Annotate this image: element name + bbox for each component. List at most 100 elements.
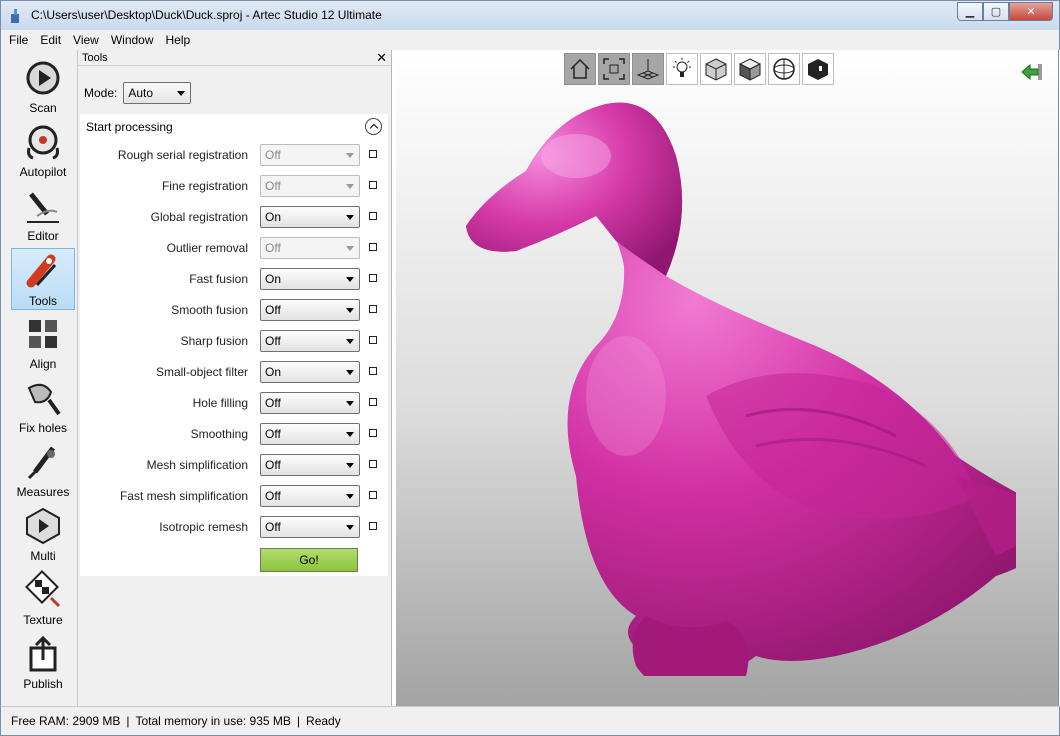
processing-row: Fine registration Off — [80, 174, 388, 198]
processing-row-checkbox[interactable] — [369, 429, 377, 437]
dark-cube-button[interactable] — [802, 53, 834, 85]
processing-row-select[interactable]: Off — [260, 392, 360, 414]
processing-row-select: Off — [260, 175, 360, 197]
processing-row-checkbox[interactable] — [369, 181, 377, 189]
tool-measures[interactable]: Measures — [11, 440, 75, 502]
processing-row-select[interactable]: On — [260, 206, 360, 228]
processing-row-select[interactable]: Off — [260, 330, 360, 352]
maximize-button[interactable]: ▢ — [983, 2, 1009, 21]
back-arrow-icon[interactable] — [1020, 62, 1044, 82]
processing-row-checkbox[interactable] — [369, 212, 377, 220]
mode-row: Mode: Auto — [84, 82, 192, 104]
view-toolbar — [564, 53, 836, 85]
scan-icon — [26, 61, 60, 95]
chevron-down-icon — [346, 215, 354, 220]
status-text: Ready — [306, 714, 341, 728]
menu-bar: File Edit View Window Help — [0, 30, 1060, 50]
processing-row-checkbox[interactable] — [369, 398, 377, 406]
processing-row-checkbox[interactable] — [369, 243, 377, 251]
tool-editor[interactable]: Editor — [11, 184, 75, 246]
chevron-down-icon — [346, 246, 354, 251]
processing-row-checkbox[interactable] — [369, 150, 377, 158]
multi-icon — [26, 507, 60, 545]
menu-edit[interactable]: Edit — [40, 33, 61, 47]
processing-row-select: Off — [260, 144, 360, 166]
processing-row-label: Smoothing — [190, 427, 248, 441]
chevron-down-icon — [346, 308, 354, 313]
autopilot-icon — [27, 125, 59, 160]
mode-select[interactable]: Auto — [123, 82, 192, 104]
title-bar: C:\Users\user\Desktop\Duck\Duck.sproj - … — [0, 0, 1060, 30]
processing-row-label: Fast fusion — [189, 272, 248, 286]
free-ram: Free RAM: 2909 MB — [11, 714, 121, 728]
menu-help[interactable]: Help — [166, 33, 191, 47]
app-icon — [11, 9, 19, 23]
window-title: C:\Users\user\Desktop\Duck\Duck.sproj - … — [31, 8, 382, 22]
chevron-down-icon — [346, 277, 354, 282]
editor-icon — [27, 192, 59, 223]
processing-row: Fast fusion On — [80, 267, 388, 291]
tool-publish[interactable]: Publish — [11, 632, 75, 694]
processing-row-select[interactable]: On — [260, 268, 360, 290]
processing-row-checkbox[interactable] — [369, 367, 377, 375]
close-button[interactable]: ✕ — [1009, 2, 1053, 21]
processing-row: Outlier removal Off — [80, 236, 388, 260]
tool-tools[interactable]: Tools — [11, 248, 75, 310]
menu-file[interactable]: File — [9, 33, 28, 47]
status-bar: Free RAM: 2909 MB | Total memory in use:… — [0, 706, 1060, 736]
left-toolbar: Scan Autopilot Editor Tools Align Fix ho… — [0, 50, 78, 706]
sphere-icon — [773, 58, 795, 80]
solid-mode-button[interactable] — [734, 53, 766, 85]
processing-row-select[interactable]: Off — [260, 516, 360, 538]
panel-close-icon[interactable]: ✕ — [376, 50, 387, 66]
go-button[interactable]: Go! — [260, 548, 358, 572]
processing-row: Small-object filter On — [80, 360, 388, 384]
tools-panel: Tools ✕ Mode: Auto Start processing Roug… — [78, 50, 392, 706]
menu-view[interactable]: View — [73, 33, 99, 47]
menu-window[interactable]: Window — [111, 33, 154, 47]
chevron-down-icon — [346, 184, 354, 189]
sphere-mode-button[interactable] — [768, 53, 800, 85]
align-icon — [29, 320, 57, 348]
processing-row-checkbox[interactable] — [369, 274, 377, 282]
processing-row-checkbox[interactable] — [369, 522, 377, 530]
collapse-icon[interactable] — [365, 118, 382, 135]
processing-row-select[interactable]: Off — [260, 454, 360, 476]
grid-button[interactable] — [632, 53, 664, 85]
home-view-button[interactable] — [564, 53, 596, 85]
3d-viewport[interactable] — [396, 50, 1059, 706]
chevron-down-icon — [346, 432, 354, 437]
section-title: Start processing — [86, 120, 173, 134]
tool-fix-holes[interactable]: Fix holes — [11, 376, 75, 438]
tool-scan[interactable]: Scan — [11, 56, 75, 118]
processing-row-label: Mesh simplification — [146, 458, 248, 472]
textured-mode-button[interactable] — [700, 53, 732, 85]
chevron-down-icon — [346, 153, 354, 158]
processing-row-select[interactable]: Off — [260, 423, 360, 445]
processing-row-checkbox[interactable] — [369, 491, 377, 499]
processing-row-select[interactable]: On — [260, 361, 360, 383]
tool-texture[interactable]: Texture — [11, 568, 75, 630]
fit-view-button[interactable] — [598, 53, 630, 85]
tool-autopilot[interactable]: Autopilot — [11, 120, 75, 182]
processing-row-checkbox[interactable] — [369, 305, 377, 313]
minimize-button[interactable]: ▁ — [957, 2, 983, 21]
processing-row-checkbox[interactable] — [369, 460, 377, 468]
processing-row-select[interactable]: Off — [260, 485, 360, 507]
lighting-button[interactable] — [666, 53, 698, 85]
chevron-down-icon — [346, 525, 354, 530]
start-processing-section: Start processing Rough serial registrati… — [80, 114, 388, 576]
processing-row-label: Sharp fusion — [180, 334, 248, 348]
processing-row-label: Global registration — [150, 210, 248, 224]
processing-row-select[interactable]: Off — [260, 299, 360, 321]
processing-row: Isotropic remesh Off — [80, 515, 388, 539]
tool-align[interactable]: Align — [11, 312, 75, 374]
publish-icon — [29, 635, 57, 672]
chevron-down-icon — [346, 463, 354, 468]
processing-row: Smooth fusion Off — [80, 298, 388, 322]
duck-model — [466, 102, 1016, 676]
processing-row: Sharp fusion Off — [80, 329, 388, 353]
tools-icon — [26, 254, 57, 288]
tool-multi[interactable]: Multi — [11, 504, 75, 566]
processing-row-checkbox[interactable] — [369, 336, 377, 344]
